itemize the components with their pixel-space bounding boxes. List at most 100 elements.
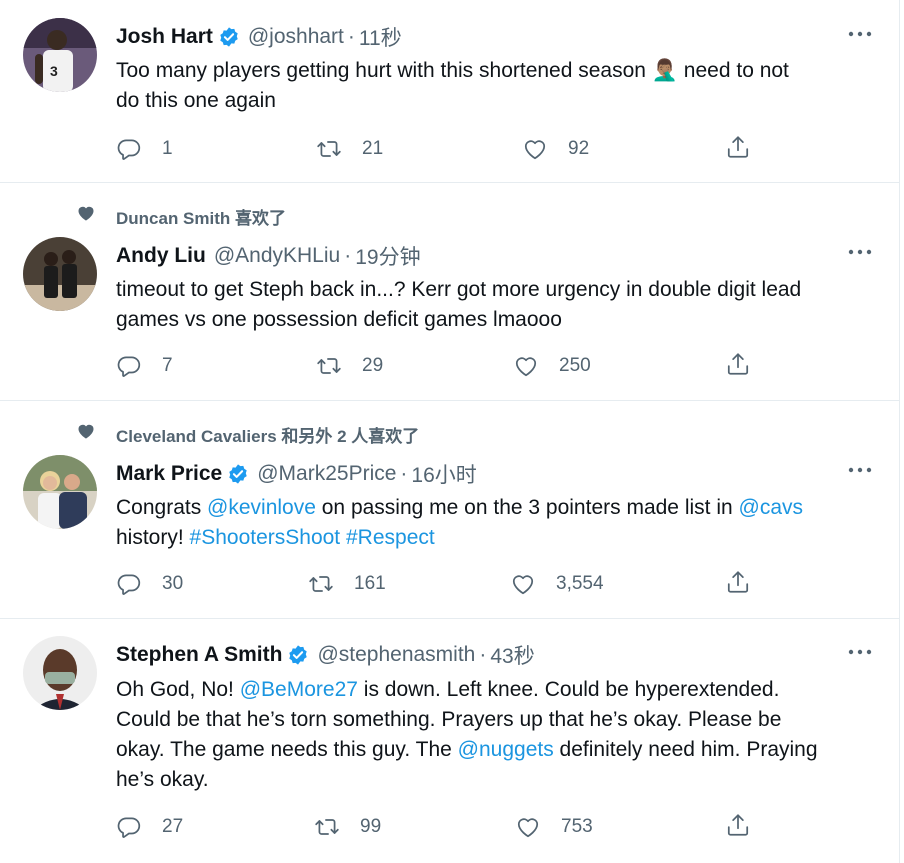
retweet-count: 21	[362, 138, 384, 159]
hashtag-link[interactable]: #ShootersShoot	[190, 526, 341, 549]
action-bar: 1 21 92	[116, 134, 776, 164]
svg-text:3: 3	[50, 63, 58, 79]
action-bar: 27 99 753	[116, 812, 776, 842]
tweet-header: Mark Price @Mark25Price · 16小时	[116, 459, 477, 489]
more-options-icon[interactable]	[847, 465, 873, 475]
author-handle[interactable]: @Mark25Price	[257, 462, 396, 486]
author-name[interactable]: Stephen A Smith	[116, 643, 282, 667]
verified-badge-icon	[218, 26, 240, 48]
share-button[interactable]	[725, 134, 751, 165]
separator-dot: ·	[479, 643, 487, 666]
tweet-text-segment: Congrats	[116, 496, 208, 519]
separator-dot: ·	[347, 25, 355, 48]
avatar-image	[23, 237, 97, 311]
reply-icon	[116, 136, 142, 162]
reply-button[interactable]: 1	[116, 134, 173, 164]
tweet-text-line: he’s okay.	[116, 768, 209, 791]
like-count: 3,554	[556, 573, 604, 594]
reply-count: 1	[162, 138, 173, 159]
tweet-text: Oh God, No! @BeMore27 is down. Left knee…	[116, 675, 876, 795]
share-button[interactable]	[725, 569, 751, 600]
action-bar: 7 29 250	[116, 351, 776, 381]
tweet-text: Congrats @kevinlove on passing me on the…	[116, 493, 876, 553]
facepalm-emoji: 🤦🏽‍♂️	[651, 59, 678, 82]
reply-icon	[116, 353, 142, 379]
tweet-text-line: timeout to get Steph back in...? Kerr go…	[116, 278, 802, 301]
more-options-icon[interactable]	[847, 29, 873, 39]
retweet-count: 29	[362, 355, 384, 376]
like-count: 250	[559, 355, 591, 376]
reply-button[interactable]: 27	[116, 812, 183, 842]
reply-icon	[116, 814, 142, 840]
avatar-image	[23, 455, 97, 529]
author-handle[interactable]: @stephenasmith	[317, 643, 475, 667]
author-handle[interactable]: @AndyKHLiu	[214, 244, 340, 268]
retweet-button[interactable]: 161	[308, 569, 386, 599]
author-name[interactable]: Andy Liu	[116, 244, 206, 268]
tweet-text-segment: okay. The game needs this guy. The	[116, 738, 458, 761]
reply-icon	[116, 571, 142, 597]
retweet-button[interactable]: 21	[316, 134, 383, 164]
tweet-timestamp[interactable]: 19分钟	[355, 241, 420, 271]
verified-badge-icon	[287, 644, 309, 666]
retweet-icon	[316, 353, 342, 379]
tweet-text-segment: is down. Left knee. Could be hyperextend…	[357, 678, 780, 701]
tweet-timestamp[interactable]: 11秒	[359, 22, 402, 52]
liked-heart-icon	[76, 421, 96, 441]
tweet-text-segment: on passing me on the 3 pointers made lis…	[315, 496, 739, 519]
retweet-button[interactable]: 99	[314, 812, 381, 842]
heart-icon	[510, 571, 536, 597]
tweet-header: Stephen A Smith @stephenasmith · 43秒	[116, 640, 535, 670]
tweet-text-line: need to not	[677, 59, 789, 82]
mention-link[interactable]: @BeMore27	[240, 678, 358, 701]
tweet-card[interactable]: 3 Josh Hart @joshhart · 11秒 Too many pla…	[0, 0, 900, 183]
reply-button[interactable]: 30	[116, 569, 183, 599]
avatar-image	[23, 636, 97, 710]
heart-icon	[515, 814, 541, 840]
avatar[interactable]: 3	[23, 18, 97, 92]
reply-button[interactable]: 7	[116, 351, 173, 381]
avatar-image: 3	[23, 18, 97, 92]
hashtag-link[interactable]: #Respect	[346, 526, 435, 549]
like-button[interactable]: 3,554	[510, 569, 604, 599]
like-count: 92	[568, 138, 590, 159]
avatar[interactable]	[23, 237, 97, 311]
reply-count: 27	[162, 816, 184, 837]
avatar[interactable]	[23, 636, 97, 710]
social-context[interactable]: Cleveland Cavaliers 和另外 2 人喜欢了	[116, 422, 419, 447]
mention-link[interactable]: @nuggets	[458, 738, 554, 761]
retweet-icon	[314, 814, 340, 840]
tweet-text-segment: definitely need him. Praying	[553, 738, 818, 761]
share-button[interactable]	[725, 812, 751, 843]
tweet-card[interactable]: Stephen A Smith @stephenasmith · 43秒 Oh …	[0, 619, 900, 863]
tweet-text-line: Too many players getting hurt with this …	[116, 59, 652, 82]
more-options-icon[interactable]	[847, 247, 873, 257]
like-button[interactable]: 753	[515, 812, 593, 842]
mention-link[interactable]: @kevinlove	[207, 496, 316, 519]
retweet-count: 161	[354, 573, 386, 594]
author-name[interactable]: Mark Price	[116, 462, 222, 486]
mention-link[interactable]: @cavs	[739, 496, 804, 519]
tweet-card[interactable]: Duncan Smith 喜欢了 Andy Liu @AndyKHLiu · 1…	[0, 183, 900, 401]
tweet-text-line: do this one again	[116, 89, 276, 112]
tweet-timestamp[interactable]: 43秒	[490, 640, 534, 670]
tweet-text-segment: Oh God, No!	[116, 678, 240, 701]
share-button[interactable]	[725, 351, 751, 382]
tweet-timestamp[interactable]: 16小时	[411, 459, 476, 489]
author-handle[interactable]: @joshhart	[248, 25, 344, 49]
verified-badge-icon	[227, 463, 249, 485]
tweet-header: Andy Liu @AndyKHLiu · 19分钟	[116, 241, 421, 271]
tweet-card[interactable]: Cleveland Cavaliers 和另外 2 人喜欢了 Mark Pric…	[0, 401, 900, 619]
avatar[interactable]	[23, 455, 97, 529]
tweet-text-line: Could be that he’s torn something. Praye…	[116, 708, 782, 731]
tweet-text: Too many players getting hurt with this …	[116, 56, 876, 116]
more-options-icon[interactable]	[847, 647, 873, 657]
tweet-text: timeout to get Steph back in...? Kerr go…	[116, 275, 876, 335]
author-name[interactable]: Josh Hart	[116, 25, 213, 49]
social-context[interactable]: Duncan Smith 喜欢了	[116, 204, 286, 229]
like-button[interactable]: 250	[513, 351, 591, 381]
tweet-text-line: games vs one possession deficit games lm…	[116, 308, 562, 331]
retweet-button[interactable]: 29	[316, 351, 383, 381]
reply-count: 7	[162, 355, 173, 376]
like-button[interactable]: 92	[522, 134, 589, 164]
